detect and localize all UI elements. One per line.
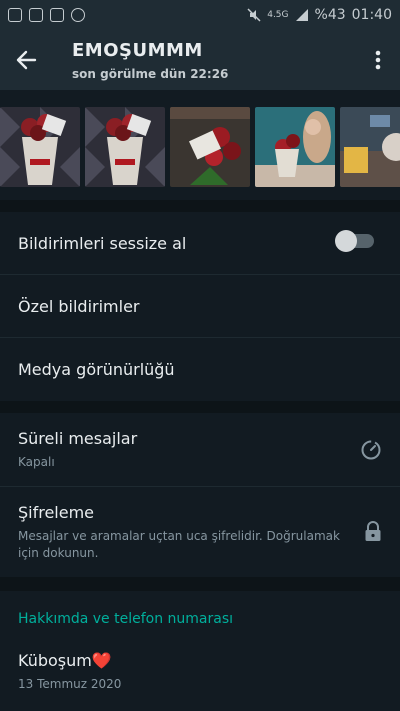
encryption-label: Şifreleme bbox=[18, 502, 95, 522]
about-status-text: Küboşum❤️ bbox=[18, 651, 112, 670]
encryption-description: Mesajlar ve aramalar uçtan uca şifrelidi… bbox=[18, 528, 340, 560]
last-seen: son görülme dün 22:26 bbox=[72, 66, 229, 81]
network-type: 4.5G bbox=[267, 10, 289, 20]
about-status-row[interactable]: Küboşum❤️ 13 Temmuz 2020 bbox=[0, 637, 400, 707]
message-icon bbox=[8, 8, 22, 22]
battery-level: %43 bbox=[314, 7, 346, 23]
status-bar: 4.5G %43 01:40 bbox=[0, 0, 400, 30]
food-table-photo bbox=[340, 107, 400, 187]
mute-notifications-label: Bildirimleri sessize al bbox=[18, 233, 187, 253]
about-status-date: 13 Temmuz 2020 bbox=[18, 677, 122, 691]
notification-settings: Bildirimleri sessize al Özel bildirimler… bbox=[0, 212, 400, 401]
more-options-button[interactable] bbox=[356, 30, 400, 90]
media-thumb-4[interactable] bbox=[255, 107, 335, 187]
download-icon bbox=[50, 8, 64, 22]
mute-notifications-row[interactable]: Bildirimleri sessize al bbox=[0, 212, 400, 275]
mute-icon bbox=[247, 8, 261, 22]
media-thumb-3[interactable] bbox=[170, 107, 250, 187]
whatsapp-notification-icon bbox=[71, 8, 85, 22]
toggle-knob bbox=[335, 230, 357, 252]
more-vert-icon bbox=[375, 50, 381, 70]
disappearing-messages-row[interactable]: Süreli mesajlar Kapalı bbox=[0, 413, 400, 487]
person-with-flowers-photo bbox=[255, 107, 335, 187]
media-thumb-5[interactable] bbox=[340, 107, 400, 187]
app-bar: EMOŞUMMM son görülme dün 22:26 bbox=[0, 30, 400, 90]
signal-icon bbox=[295, 9, 308, 21]
timer-icon bbox=[361, 440, 381, 459]
media-visibility-row[interactable]: Medya görünürlüğü bbox=[0, 338, 400, 401]
media-thumb-1[interactable] bbox=[0, 107, 80, 187]
flower-bouquet-photo bbox=[0, 107, 80, 187]
disappearing-messages-label: Süreli mesajlar bbox=[18, 428, 138, 448]
security-settings: Süreli mesajlar Kapalı Şifreleme Mesajla… bbox=[0, 413, 400, 577]
gallery-icon bbox=[29, 8, 43, 22]
clock: 01:40 bbox=[351, 7, 392, 23]
mute-toggle[interactable] bbox=[335, 230, 374, 252]
custom-notifications-row[interactable]: Özel bildirimler bbox=[0, 275, 400, 338]
custom-notifications-label: Özel bildirimler bbox=[18, 296, 140, 316]
about-section: Hakkımda ve telefon numarası Küboşum❤️ 1… bbox=[0, 591, 400, 711]
contact-name: EMOŞUMMM bbox=[72, 39, 203, 61]
media-section bbox=[0, 90, 400, 200]
roses-card-photo bbox=[170, 107, 250, 187]
encryption-row[interactable]: Şifreleme Mesajlar ve aramalar uçtan uca… bbox=[0, 487, 400, 577]
back-button[interactable] bbox=[0, 30, 52, 90]
lock-icon bbox=[365, 521, 381, 541]
disappearing-messages-value: Kapalı bbox=[18, 454, 55, 469]
flower-bouquet-photo bbox=[85, 107, 165, 187]
arrow-left-icon bbox=[16, 50, 37, 70]
about-header: Hakkımda ve telefon numarası bbox=[18, 611, 234, 627]
contact-header[interactable]: EMOŞUMMM son görülme dün 22:26 bbox=[52, 40, 356, 81]
media-visibility-label: Medya görünürlüğü bbox=[18, 360, 175, 379]
media-thumb-2[interactable] bbox=[85, 107, 165, 187]
